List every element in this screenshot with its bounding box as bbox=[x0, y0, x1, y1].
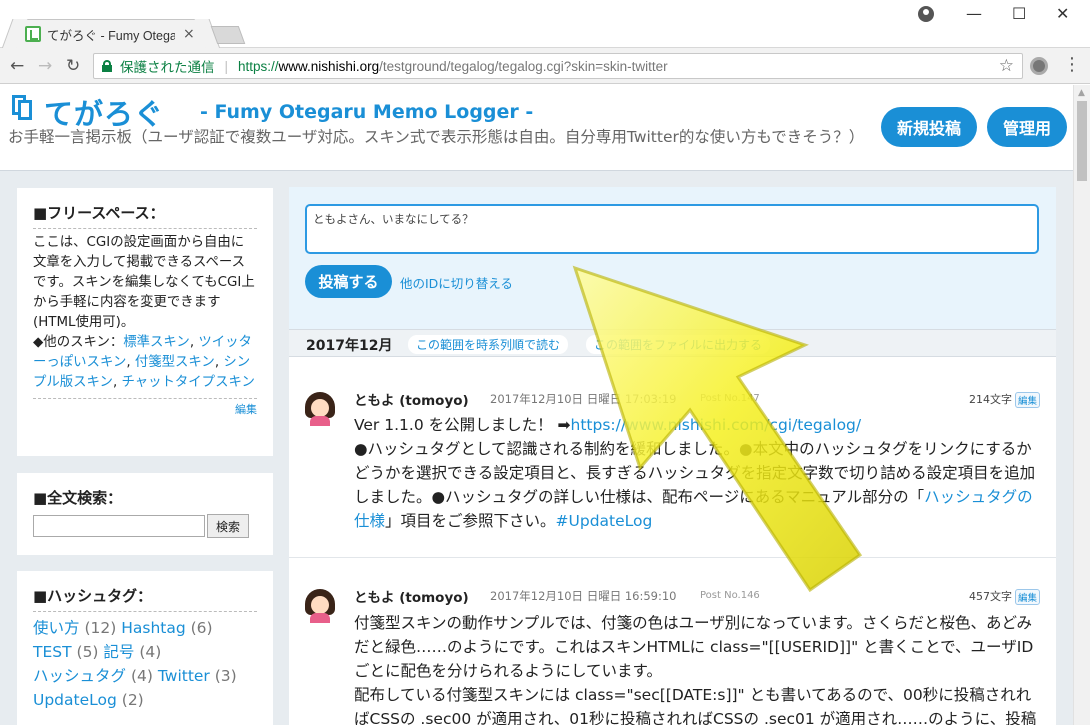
scroll-thumb[interactable] bbox=[1077, 101, 1087, 181]
extension-icon[interactable] bbox=[1030, 57, 1048, 75]
post-number[interactable]: Post No.147 bbox=[700, 393, 760, 404]
hashtag-link[interactable]: 記号 bbox=[103, 643, 134, 661]
minimize-icon[interactable]: — bbox=[966, 4, 982, 23]
free-space-heading: ■フリースペース： bbox=[33, 202, 257, 229]
site-title[interactable]: てがろぐ bbox=[44, 91, 164, 133]
avatar bbox=[305, 589, 335, 623]
site-header: てがろぐ - Fumy Otegaru Memo Logger - お手軽一言掲… bbox=[0, 85, 1073, 171]
date-bar: 2017年12月 この範囲を時系列順で読む この範囲をファイルに出力する bbox=[289, 329, 1056, 357]
post-body: 付箋型スキンの動作サンプルでは、付箋の色はユーザ別になっています。さくらだと桜色… bbox=[354, 611, 1044, 725]
post-edit-button[interactable]: 編集 bbox=[1014, 392, 1040, 408]
post-edit-button[interactable]: 編集 bbox=[1014, 589, 1040, 605]
site-description: お手軽一言掲示板（ユーザ認証で複数ユーザ対応。スキン式で表示形態は自由。自分専用… bbox=[8, 128, 865, 146]
post-author[interactable]: ともよ (tomoyo) bbox=[354, 389, 469, 409]
hashtag-link[interactable]: 使い方 bbox=[33, 619, 80, 637]
secure-label: 保護された通信 bbox=[120, 60, 215, 75]
post-number[interactable]: Post No.146 bbox=[700, 590, 760, 601]
site-subtitle: - Fumy Otegaru Memo Logger - bbox=[200, 101, 534, 123]
read-chronological-link[interactable]: この範囲を時系列順で読む bbox=[408, 335, 569, 354]
post-body: Ver 1.1.0 を公開しました！ ➡https://www.nishishi… bbox=[354, 413, 1044, 533]
browser-menu-icon[interactable]: ⋮ bbox=[1063, 56, 1081, 74]
hashtag-link[interactable]: TEST bbox=[33, 643, 72, 661]
hashtag-count: (5) bbox=[76, 643, 99, 661]
reload-icon[interactable]: ↻ bbox=[66, 56, 80, 76]
post-date[interactable]: 2017年12月10日 日曜日 17:03:19 bbox=[490, 391, 677, 407]
post-form: ともよさん、いまなにしてる？ 投稿する 他のIDに切り替える bbox=[289, 187, 1056, 329]
back-icon[interactable]: ← bbox=[10, 56, 24, 76]
post-item: ともよ (tomoyo) 2017年12月10日 日曜日 16:59:10 Po… bbox=[289, 559, 1056, 725]
new-tab-button[interactable] bbox=[210, 26, 246, 44]
post-date[interactable]: 2017年12月10日 日曜日 16:59:10 bbox=[490, 588, 677, 604]
omnibox-divider: | bbox=[224, 58, 229, 74]
profile-icon[interactable] bbox=[918, 6, 934, 22]
page-viewport: てがろぐ - Fumy Otegaru Memo Logger - お手軽一言掲… bbox=[0, 85, 1073, 725]
hashtag-list: 使い方 (12) Hashtag (6) TEST (5) 記号 (4) ハッシ… bbox=[33, 616, 257, 712]
hashtag-count: (3) bbox=[214, 667, 237, 685]
browser-titlebar: てがろぐ - Fumy Otegaru Memo Logger × — ☐ ✕ bbox=[0, 0, 1090, 48]
skin-link-sticky[interactable]: 付箋型スキン bbox=[135, 355, 215, 370]
free-space-box: ■フリースペース： ここは、CGIの設定画面から自由に文章を入力して掲載できるス… bbox=[17, 188, 273, 456]
post-text-b: 」項目をご参照下さい。 bbox=[385, 512, 556, 530]
hashtag-heading: ■ハッシュタグ： bbox=[33, 585, 257, 612]
scroll-up-icon[interactable]: ▲ bbox=[1078, 88, 1085, 98]
lock-icon bbox=[102, 60, 112, 72]
main-column: ともよさん、いまなにしてる？ 投稿する 他のIDに切り替える 2017年12月 … bbox=[289, 187, 1056, 725]
post-char-count: 457文字 bbox=[969, 590, 1012, 603]
hashtag-count: (2) bbox=[121, 691, 144, 709]
browser-toolbar: ← → ↻ 保護された通信 | https://www.nishishi.org… bbox=[0, 48, 1090, 84]
tegalog-favicon-icon bbox=[25, 26, 41, 42]
page-scrollbar[interactable]: ▲ bbox=[1073, 85, 1090, 725]
post-text: 付箋型スキンの動作サンプルでは、付箋の色はユーザ別になっています。さくらだと桜色… bbox=[354, 614, 1034, 680]
switch-id-link[interactable]: 他のIDに切り替える bbox=[400, 273, 513, 292]
search-heading: ■全文検索： bbox=[33, 489, 123, 507]
hashtag-count: (6) bbox=[190, 619, 213, 637]
post-hashtag-link[interactable]: #UpdateLog bbox=[556, 512, 653, 530]
close-window-icon[interactable]: ✕ bbox=[1056, 4, 1069, 23]
skin-link-chat[interactable]: チャットタイプスキン bbox=[121, 375, 254, 390]
post-item: ともよ (tomoyo) 2017年12月10日 日曜日 17:03:19 Po… bbox=[289, 358, 1056, 558]
date-label: 2017年12月 bbox=[306, 338, 393, 354]
admin-button[interactable]: 管理用 bbox=[987, 107, 1067, 147]
post-url-link[interactable]: https://www.nishishi.com/cgi/tegalog/ bbox=[571, 416, 862, 434]
maximize-icon[interactable]: ☐ bbox=[1012, 4, 1026, 23]
search-input[interactable] bbox=[33, 515, 205, 537]
url-scheme: https:// bbox=[238, 58, 279, 74]
memo-logo-icon bbox=[12, 95, 34, 121]
search-button[interactable]: 検索 bbox=[207, 514, 249, 538]
tab-title: てがろぐ - Fumy Otegaru Memo Logger bbox=[47, 28, 175, 43]
url-path: /testground/tegalog/tegalog.cgi?skin=ski… bbox=[379, 58, 668, 74]
post-author[interactable]: ともよ (tomoyo) bbox=[354, 586, 469, 606]
export-file-link[interactable]: この範囲をファイルに出力する bbox=[586, 335, 771, 354]
post-textarea[interactable]: ともよさん、いまなにしてる？ bbox=[305, 204, 1039, 254]
url-host: www.nishishi.org bbox=[278, 58, 380, 74]
hashtag-count: (12) bbox=[84, 619, 117, 637]
avatar bbox=[305, 392, 335, 426]
hashtag-link[interactable]: Hashtag bbox=[121, 619, 185, 637]
search-row: 検索 bbox=[33, 514, 257, 538]
post-char-count: 214文字 bbox=[969, 393, 1012, 406]
tab-close-icon[interactable]: × bbox=[183, 26, 195, 42]
free-space-body: ここは、CGIの設定画面から自由に文章を入力して掲載できるスペースです。スキンを… bbox=[33, 235, 255, 330]
hashtag-link[interactable]: UpdateLog bbox=[33, 691, 117, 709]
hashtag-link[interactable]: ハッシュタグ bbox=[33, 667, 126, 685]
post-line1: Ver 1.1.0 を公開しました！ ➡ bbox=[354, 416, 571, 434]
bookmark-star-icon[interactable]: ☆ bbox=[999, 56, 1014, 76]
search-box: ■全文検索： 検索 bbox=[17, 473, 273, 555]
free-space-text: ここは、CGIの設定画面から自由に文章を入力して掲載できるスペースです。スキンを… bbox=[33, 235, 255, 390]
hashtag-box: ■ハッシュタグ： 使い方 (12) Hashtag (6) TEST (5) 記… bbox=[17, 571, 273, 725]
address-bar[interactable]: 保護された通信 | https://www.nishishi.org/testg… bbox=[93, 53, 1023, 79]
skin-link-standard[interactable]: 標準スキン bbox=[123, 335, 190, 350]
free-space-edit-link[interactable]: 編集 bbox=[33, 398, 257, 417]
hashtag-count: (4) bbox=[130, 667, 153, 685]
browser-tab[interactable]: てがろぐ - Fumy Otegaru Memo Logger × bbox=[16, 19, 206, 48]
hashtag-link[interactable]: Twitter bbox=[158, 667, 210, 685]
submit-post-button[interactable]: 投稿する bbox=[305, 265, 392, 298]
new-post-button[interactable]: 新規投稿 bbox=[881, 107, 977, 147]
hashtag-count: (4) bbox=[139, 643, 162, 661]
skins-prefix: ◆他のスキン： bbox=[33, 335, 124, 350]
forward-icon[interactable]: → bbox=[38, 56, 52, 76]
post-text-2: 配布している付箋型スキンには class="sec[[DATE:s]]" とも書… bbox=[354, 686, 1037, 725]
